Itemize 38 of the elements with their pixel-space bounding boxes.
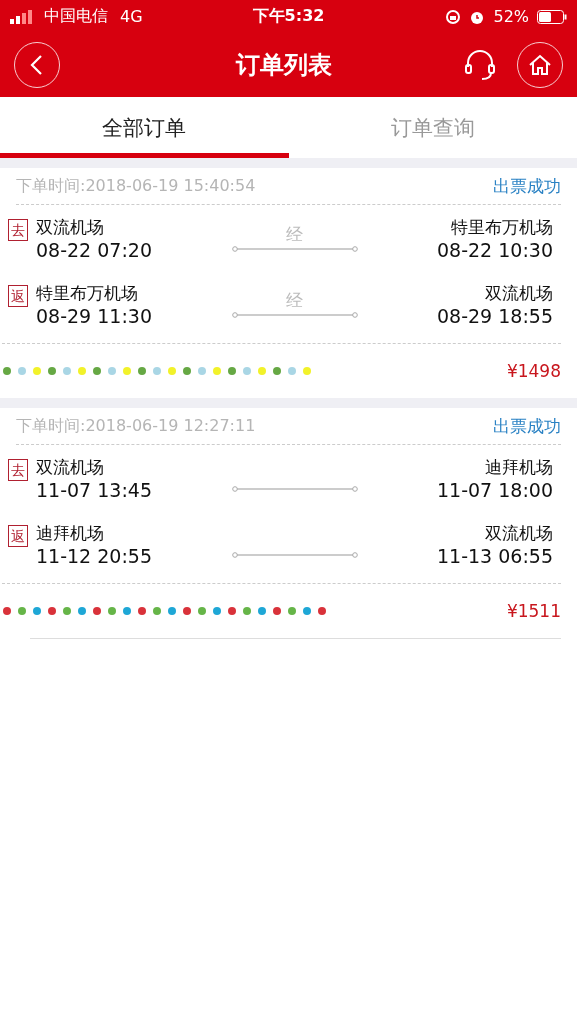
departure-airport: 特里布万机场 xyxy=(36,281,138,305)
departure-time: 08-29 11:30 xyxy=(36,304,152,327)
home-icon xyxy=(527,53,553,77)
via-label: 经 xyxy=(286,289,303,311)
arrival-airport: 双流机场 xyxy=(485,281,553,305)
direction-badge: 去 xyxy=(8,459,28,481)
arrival-airport: 特里布万机场 xyxy=(451,215,553,239)
direction-badge: 去 xyxy=(8,219,28,241)
departure-time: 11-07 13:45 xyxy=(36,478,152,501)
direction-badge: 返 xyxy=(8,285,28,307)
signal-icon xyxy=(10,9,32,24)
battery-icon xyxy=(537,9,567,24)
departure-airport: 双流机场 xyxy=(36,215,104,239)
order-price: ¥1511 xyxy=(506,601,561,621)
order-status: 出票成功 xyxy=(493,414,561,438)
arrival-time: 11-07 18:00 xyxy=(437,478,553,501)
via-label: 经 xyxy=(286,223,303,245)
direction-badge: 返 xyxy=(8,525,28,547)
order-price: ¥1498 xyxy=(506,361,561,381)
departure-airport: 迪拜机场 xyxy=(36,521,104,545)
arrival-time: 11-13 06:55 xyxy=(437,544,553,567)
order-time: 下单时间:2018-06-19 15:40:54 xyxy=(16,175,256,197)
arrival-airport: 迪拜机场 xyxy=(485,455,553,479)
page-title: 订单列表 xyxy=(234,50,333,81)
headset-icon xyxy=(463,48,497,82)
rotation-lock-icon xyxy=(445,8,462,25)
order-status: 出票成功 xyxy=(493,174,561,198)
departure-time: 08-22 07:20 xyxy=(36,238,152,261)
arrival-airport: 双流机场 xyxy=(485,521,553,545)
order-time: 下单时间:2018-06-19 12:27:11 xyxy=(16,415,256,437)
network-type: 4G xyxy=(120,7,143,26)
departure-time: 11-12 20:55 xyxy=(36,544,152,567)
arrival-time: 08-22 10:30 xyxy=(437,238,553,261)
arrival-time: 08-29 18:55 xyxy=(437,304,553,327)
departure-airport: 双流机场 xyxy=(36,455,104,479)
battery-percent: 52% xyxy=(493,7,529,26)
clock-time: 下午5:32 xyxy=(252,6,325,27)
carrier-name: 中国电信 xyxy=(44,6,108,27)
